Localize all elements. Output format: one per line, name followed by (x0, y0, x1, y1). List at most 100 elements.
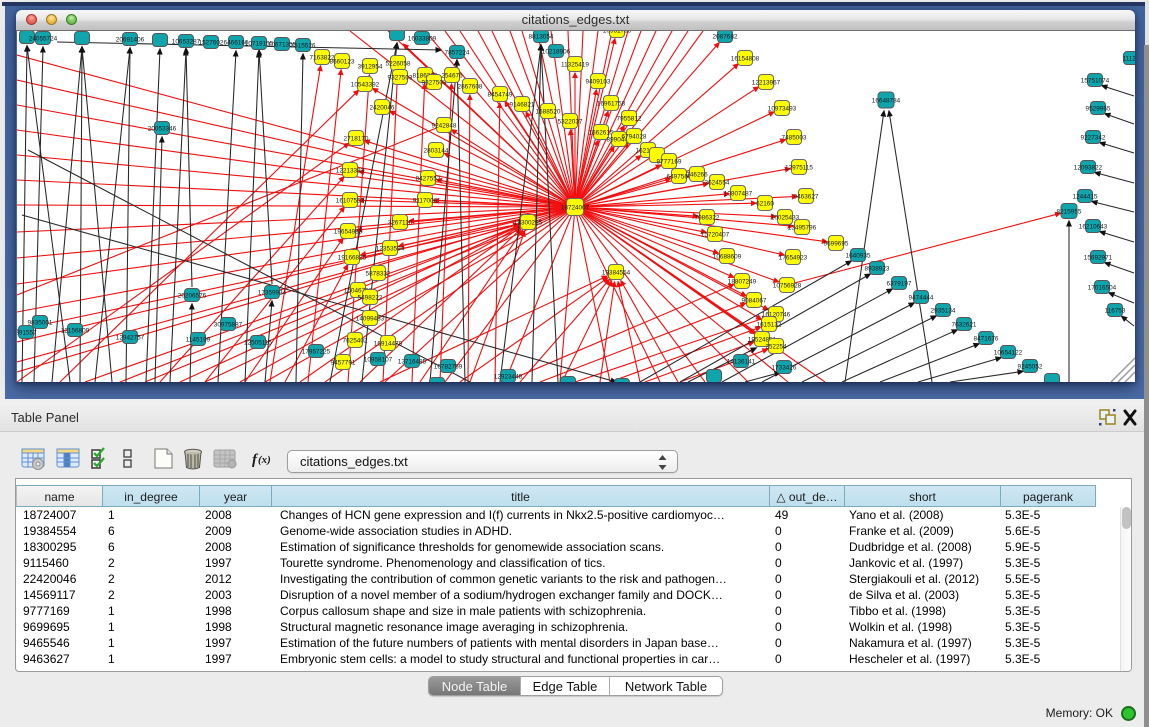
svg-text:10654122: 10654122 (994, 349, 1023, 356)
svg-text:1588520: 1588520 (536, 108, 561, 115)
svg-text:7986322: 7986322 (695, 214, 720, 221)
svg-text:16033809: 16033809 (408, 35, 437, 42)
svg-text:24055724: 24055724 (29, 35, 58, 42)
svg-text:12093822: 12093822 (1074, 164, 1103, 171)
svg-text:1145199: 1145199 (186, 336, 211, 343)
svg-text:8813054: 8813054 (529, 33, 554, 40)
svg-text:10218906: 10218906 (542, 48, 571, 55)
svg-text:12923448: 12923448 (494, 373, 523, 380)
svg-text:10958107: 10958107 (364, 356, 393, 363)
svg-text:12353594: 12353594 (376, 245, 405, 252)
svg-text:16154808: 16154808 (731, 55, 760, 62)
svg-text:(x): (x) (258, 454, 271, 466)
svg-text:7632621: 7632621 (952, 321, 977, 328)
svg-text:7625402: 7625402 (343, 337, 368, 344)
svg-text:7857224: 7857224 (445, 49, 470, 56)
svg-text:391557: 391557 (17, 329, 37, 336)
svg-text:5226058: 5226058 (386, 60, 411, 67)
svg-text:10807487: 10807487 (724, 190, 753, 197)
svg-text:1733426: 1733426 (772, 364, 797, 371)
svg-text:9084067: 9084067 (742, 297, 767, 304)
svg-text:1244415: 1244415 (1073, 193, 1098, 200)
svg-text:12213967: 12213967 (752, 79, 781, 86)
svg-text:9409103: 9409103 (586, 78, 611, 85)
svg-text:2935134: 2935134 (931, 307, 956, 314)
svg-text:17654923: 17654923 (779, 254, 808, 261)
svg-text:9227342: 9227342 (1081, 134, 1106, 141)
svg-text:13716485: 13716485 (398, 358, 427, 365)
svg-text:10756928: 10756928 (773, 282, 802, 289)
svg-text:8938923: 8938923 (865, 265, 890, 272)
svg-text:15692971: 15692971 (1084, 254, 1113, 261)
svg-text:9474444: 9474444 (909, 294, 934, 301)
svg-text:6379197: 6379197 (887, 280, 912, 287)
svg-text:2803144: 2803144 (424, 147, 449, 154)
svg-text:8427552: 8427552 (416, 175, 441, 182)
svg-text:3912954: 3912954 (358, 63, 383, 70)
svg-text:3624554: 3624554 (705, 179, 730, 186)
svg-text:20206576: 20206576 (178, 292, 207, 299)
svg-text:18724007: 18724007 (561, 204, 590, 211)
svg-text:15720407: 15720407 (701, 231, 730, 238)
svg-text:7955812: 7955812 (617, 115, 642, 122)
svg-text:14136141: 14136141 (727, 358, 756, 365)
svg-text:9529965: 9529965 (1086, 105, 1111, 112)
svg-text:10688609: 10688609 (713, 253, 742, 260)
svg-text:16914479: 16914479 (374, 340, 403, 347)
svg-text:746266: 746266 (686, 171, 708, 178)
svg-text:16961758: 16961758 (597, 100, 626, 107)
svg-text:116753: 116753 (1105, 307, 1126, 314)
svg-text:62160: 62160 (756, 200, 774, 207)
svg-text:12213383: 12213383 (336, 167, 365, 174)
svg-text:2087682: 2087682 (713, 33, 738, 40)
svg-text:9245052: 9245052 (1018, 363, 1043, 370)
svg-text:19166825: 19166825 (338, 254, 367, 261)
svg-text:9146821: 9146821 (510, 101, 535, 108)
svg-text:9699695: 9699695 (824, 240, 849, 247)
svg-text:5498222: 5498222 (358, 294, 383, 301)
svg-text:18807249: 18807249 (728, 278, 757, 285)
svg-text:254676: 254676 (441, 72, 463, 79)
svg-text:16210643: 16210643 (1079, 223, 1108, 230)
svg-text:1615132: 1615132 (757, 321, 782, 328)
svg-text:19384554: 19384554 (602, 269, 631, 276)
svg-text:10973493: 10973493 (768, 105, 797, 112)
svg-text:12505115: 12505115 (244, 339, 272, 346)
svg-text:3267110: 3267110 (388, 219, 413, 226)
svg-text:30975887: 30975887 (214, 321, 243, 328)
svg-text:8215955: 8215955 (1057, 208, 1082, 215)
svg-text:10543392: 10543392 (351, 81, 380, 88)
svg-text:8454749: 8454749 (488, 91, 513, 98)
svg-text:14099483: 14099483 (356, 315, 385, 322)
svg-text:17016504: 17016504 (1088, 284, 1117, 291)
svg-text:7515526: 7515526 (291, 42, 316, 49)
svg-text:8471676: 8471676 (974, 335, 999, 342)
svg-text:5878332: 5878332 (366, 270, 391, 277)
svg-text:6794028: 6794028 (622, 133, 647, 140)
svg-text:15751074: 15751074 (1081, 77, 1110, 84)
svg-text:17359934: 17359934 (258, 289, 287, 296)
svg-text:1527602: 1527602 (199, 39, 224, 46)
svg-text:11325419: 11325419 (561, 61, 589, 68)
svg-text:20691406: 20691406 (116, 36, 145, 43)
svg-text:18300295: 18300295 (514, 219, 543, 226)
svg-text:10653287: 10653287 (172, 38, 201, 45)
svg-text:12156809: 12156809 (61, 327, 90, 334)
svg-text:252254: 252254 (765, 343, 787, 350)
svg-text:16648784: 16648784 (872, 97, 901, 104)
svg-text:16107553: 16107553 (336, 197, 365, 204)
svg-text:10961768: 10961768 (603, 31, 632, 34)
svg-text:2420046: 2420046 (370, 104, 395, 111)
svg-text:9777169: 9777169 (657, 158, 682, 165)
svg-text:12975115: 12975115 (785, 164, 813, 171)
svg-text:5322037: 5322037 (558, 118, 583, 125)
svg-text:8660123: 8660123 (330, 58, 355, 65)
svg-text:9117006: 9117006 (413, 197, 438, 204)
svg-text:9327503: 9327503 (422, 79, 447, 86)
svg-text:20053346: 20053346 (148, 125, 177, 132)
svg-text:11125: 11125 (1123, 55, 1135, 62)
svg-text:9457791: 9457791 (331, 359, 356, 366)
svg-text:16782759: 16782759 (434, 363, 463, 370)
svg-text:13495796: 13495796 (788, 224, 817, 231)
svg-text:9242848: 9242848 (432, 122, 457, 129)
